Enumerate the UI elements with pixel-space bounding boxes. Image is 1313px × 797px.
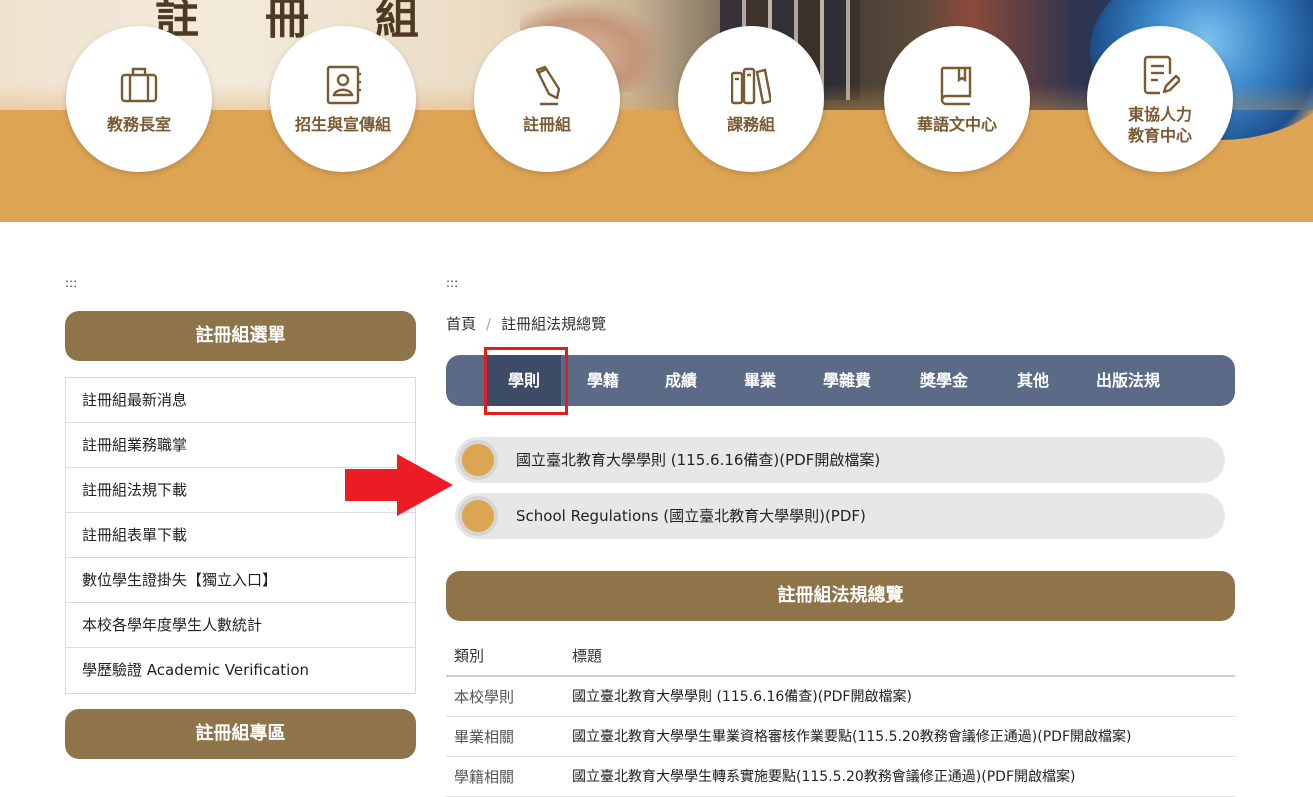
nav-asean-center[interactable]: 東協人力 教育中心 [1087,26,1233,172]
bullet-dot-icon [458,496,498,536]
sidebar-item-forms[interactable]: 註冊組表單下載 [66,513,415,558]
nav-admissions[interactable]: 招生與宣傳組 [270,26,416,172]
book-icon [940,66,972,106]
skip-anchor-main[interactable]: ::: [446,276,458,290]
pencil-icon [535,65,561,106]
row-title-link[interactable]: 國立臺北教育大學學則 (115.6.16備查)(PDF開啟檔案) [564,676,1235,717]
sidebar-item-student-id-loss[interactable]: 數位學生證掛失【獨立入口】 [66,558,415,603]
table-row: 畢業相關 國立臺北教育大學學生畢業資格審核作業要點(115.5.20教務會議修正… [446,716,1235,757]
bullet-dot-icon [458,440,498,480]
document-link-label: 國立臺北教育大學學則 (115.6.16備查)(PDF開啟檔案) [516,451,881,469]
nav-chinese-center[interactable]: 華語文中心 [884,26,1030,172]
regulations-table: 類別 標題 本校學則 國立臺北教育大學學則 (115.6.16備查)(PDF開啟… [446,636,1235,797]
nav-label-line: 教育中心 [1127,126,1192,145]
tab-student-status[interactable]: 學籍 [587,355,619,406]
row-title-link[interactable]: 國立臺北教育大學學生轉系實施要點(115.5.20教務會議修正通過)(PDF開啟… [564,756,1235,797]
tab-grades[interactable]: 成績 [665,355,697,406]
red-arrow-icon [345,454,453,516]
sidebar-zone-title[interactable]: 註冊組專區 [65,709,416,759]
tab-published-regulations[interactable]: 出版法規 [1096,355,1160,406]
nav-registry[interactable]: 註冊組 [474,26,620,172]
table-row: 本校學則 國立臺北教育大學學則 (115.6.16備查)(PDF開啟檔案) [446,676,1235,717]
nav-label: 註冊組 [522,115,571,134]
nav-label: 東協人力 教育中心 [1087,104,1233,146]
contact-book-icon [326,65,361,105]
breadcrumb-current: 註冊組法規總覽 [501,315,607,333]
nav-curriculum[interactable]: 課務組 [678,26,824,172]
breadcrumb: 首頁 / 註冊組法規總覽 [446,313,606,334]
column-header-title: 標題 [564,636,1235,677]
table-row: 學籍相關 國立臺北教育大學學生轉系實施要點(115.5.20教務會議修正通過)(… [446,756,1235,797]
document-link[interactable]: 國立臺北教育大學學則 (115.6.16備查)(PDF開啟檔案) [455,437,1225,483]
overview-section-title: 註冊組法規總覽 [446,571,1235,621]
sidebar-item-academic-verification[interactable]: 學歷驗證 Academic Verification [66,648,415,693]
tab-other[interactable]: 其他 [1017,355,1049,406]
column-header-category: 類別 [446,636,564,677]
sidebar-menu-title: 註冊組選單 [65,311,416,361]
tab-scholarship[interactable]: 獎學金 [920,355,968,406]
skip-anchor-left[interactable]: ::: [65,276,77,290]
breadcrumb-home[interactable]: 首頁 [446,315,476,333]
document-link[interactable]: School Regulations (國立臺北教育大學學則)(PDF) [455,493,1225,539]
tab-tuition[interactable]: 學雜費 [823,355,871,406]
tab-graduation[interactable]: 畢業 [744,355,776,406]
briefcase-icon [120,67,158,103]
books-icon [731,67,771,105]
table-header-row: 類別 標題 [446,636,1235,677]
sidebar-item-news[interactable]: 註冊組最新消息 [66,378,415,423]
breadcrumb-separator: / [486,315,492,333]
unit-navigation: 教務長室 招生與宣傳組 註冊組 課務組 華語文中心 東協人力 教育中心 [0,26,1313,176]
nav-label: 招生與宣傳組 [294,115,391,134]
nav-label: 教務長室 [106,115,171,134]
nav-label: 課務組 [726,115,775,134]
document-edit-icon [1143,55,1180,95]
row-category: 畢業相關 [446,716,564,757]
row-category: 本校學則 [446,676,564,717]
header-banner: 註冊組 教務長室 招生與宣傳組 註冊組 課務組 華語文中心 東協人力 教育中心 [0,0,1313,222]
nav-label-line: 東協人力 [1127,105,1192,124]
sidebar-menu: 註冊組最新消息 註冊組業務職掌 註冊組法規下載 註冊組表單下載 數位學生證掛失【… [65,377,416,694]
regulation-tabs: 學則 學籍 成績 畢業 學雜費 獎學金 其他 出版法規 [446,355,1235,406]
tab-academic-rules[interactable]: 學則 [487,355,562,406]
document-link-label: School Regulations (國立臺北教育大學學則)(PDF) [516,507,866,525]
nav-dean-office[interactable]: 教務長室 [66,26,212,172]
row-category: 學籍相關 [446,756,564,797]
sidebar-item-enrollment-stats[interactable]: 本校各學年度學生人數統計 [66,603,415,648]
row-title-link[interactable]: 國立臺北教育大學學生畢業資格審核作業要點(115.5.20教務會議修正通過)(P… [564,716,1235,757]
nav-label: 華語文中心 [916,115,997,134]
